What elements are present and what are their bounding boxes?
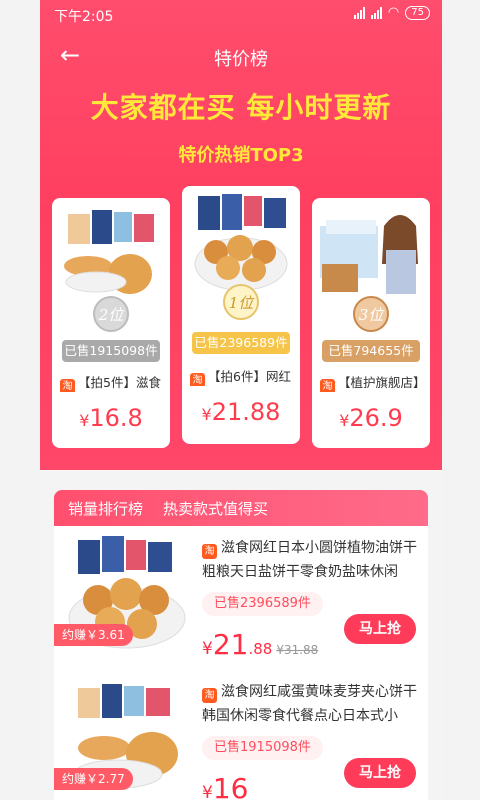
- sold-count: 已售794655件: [322, 340, 420, 362]
- list-item[interactable]: 约赚￥2.77 淘滋食网红咸蛋黄味麦芽夹心饼干韩国休闲零食代餐点心日本式小 已售…: [54, 670, 428, 800]
- product-title-text: 滋食网红咸蛋黄味麦芽夹心饼干韩国休闲零食代餐点心日本式小: [202, 684, 417, 724]
- signal-hd-icon: [370, 6, 382, 19]
- product-price: ¥16.8: [52, 404, 170, 432]
- top-card-rank-3[interactable]: 3位 已售794655件 淘【植护旗舰店】 ¥26.9: [312, 198, 430, 448]
- price-symbol: ¥: [202, 783, 213, 800]
- price-decimal: .88: [248, 640, 273, 658]
- price-value: 21.88: [211, 398, 281, 426]
- price-symbol: ¥: [201, 405, 212, 424]
- commission-badge: 约赚￥2.77: [54, 768, 133, 790]
- sold-count: 已售2396589件: [192, 332, 290, 354]
- tab-bar: 销量排行榜 热卖款式值得买: [54, 490, 428, 526]
- sold-count: 已售1915098件: [202, 736, 323, 760]
- product-title-text: 【拍6件】网红: [208, 369, 291, 384]
- product-title: 淘【拍5件】滋食: [60, 372, 164, 392]
- signal-icon: [353, 6, 365, 19]
- page-title: 特价榜: [214, 49, 268, 70]
- phone-screen: 下午2:05 ◠ 75 ← 特价榜 大家都在买 每小时更新 特价热销TOP3 2…: [40, 0, 442, 800]
- status-time: 下午2:05: [54, 9, 114, 25]
- product-title: 淘滋食网红咸蛋黄味麦芽夹心饼干韩国休闲零食代餐点心日本式小: [202, 680, 418, 728]
- price-value: 26.9: [349, 404, 403, 432]
- battery-icon: 75: [405, 5, 430, 20]
- sold-count: 已售1915098件: [62, 340, 160, 362]
- taobao-icon: 淘: [60, 379, 75, 392]
- tab-hot-styles[interactable]: 热卖款式值得买: [163, 498, 268, 519]
- sold-count: 已售2396589件: [202, 592, 323, 616]
- product-price: ¥16: [202, 772, 252, 800]
- taobao-icon: 淘: [202, 544, 217, 559]
- status-icons: ◠ 75: [353, 5, 430, 20]
- product-title-text: 【植护旗舰店】: [338, 375, 424, 390]
- list-item[interactable]: 约赚￥3.61 淘滋食网红日本小圆饼植物油饼干粗粮天日盐饼干零食奶盐味休闲 已售…: [54, 526, 428, 666]
- rank-badge-bronze: 3位: [353, 296, 389, 332]
- product-title: 淘【拍6件】网红: [190, 366, 294, 386]
- original-price: ¥31.88: [276, 643, 319, 657]
- taobao-icon: 淘: [190, 373, 205, 386]
- status-bar: 下午2:05 ◠ 75: [40, 0, 442, 28]
- taobao-icon: 淘: [202, 688, 217, 703]
- ranking-list: 销量排行榜 热卖款式值得买 约赚￥3.61 淘滋食网红日本小圆饼植物油饼干粗粮天…: [54, 490, 428, 800]
- hero-banner: 下午2:05 ◠ 75 ← 特价榜 大家都在买 每小时更新 特价热销TOP3 2…: [40, 0, 442, 470]
- price-value: 16.8: [89, 404, 143, 432]
- price-integer: 16: [212, 772, 249, 800]
- buy-now-button[interactable]: 马上抢: [344, 614, 416, 644]
- buy-now-button[interactable]: 马上抢: [344, 758, 416, 788]
- product-title: 淘滋食网红日本小圆饼植物油饼干粗粮天日盐饼干零食奶盐味休闲: [202, 536, 418, 584]
- top-card-rank-2[interactable]: 2位 已售1915098件 淘【拍5件】滋食 ¥16.8: [52, 198, 170, 448]
- top-card-rank-1[interactable]: 1位 已售2396589件 淘【拍6件】网红 ¥21.88: [182, 186, 300, 444]
- product-price: ¥21.88: [182, 398, 300, 426]
- nav-bar: ← 特价榜: [40, 36, 442, 76]
- product-price: ¥26.9: [312, 404, 430, 432]
- product-title-text: 滋食网红日本小圆饼植物油饼干粗粮天日盐饼干零食奶盐味休闲: [202, 540, 417, 580]
- price-symbol: ¥: [202, 639, 213, 659]
- commission-badge: 约赚￥3.61: [54, 624, 133, 646]
- hero-headline: 大家都在买 每小时更新: [90, 91, 392, 124]
- wifi-icon: ◠: [387, 5, 400, 20]
- rank-badge-silver: 2位: [93, 296, 129, 332]
- product-title: 淘【植护旗舰店】: [320, 372, 424, 392]
- product-price: ¥21.88 ¥31.88: [202, 628, 318, 661]
- hero-subhead: 特价热销TOP3: [178, 145, 304, 166]
- price-symbol: ¥: [339, 411, 350, 430]
- product-title-text: 【拍5件】滋食: [78, 375, 161, 390]
- rank-badge-gold: 1位: [223, 284, 259, 320]
- price-symbol: ¥: [79, 411, 90, 430]
- taobao-icon: 淘: [320, 379, 335, 392]
- tab-sales-ranking[interactable]: 销量排行榜: [68, 498, 143, 519]
- price-integer: 21: [212, 628, 249, 661]
